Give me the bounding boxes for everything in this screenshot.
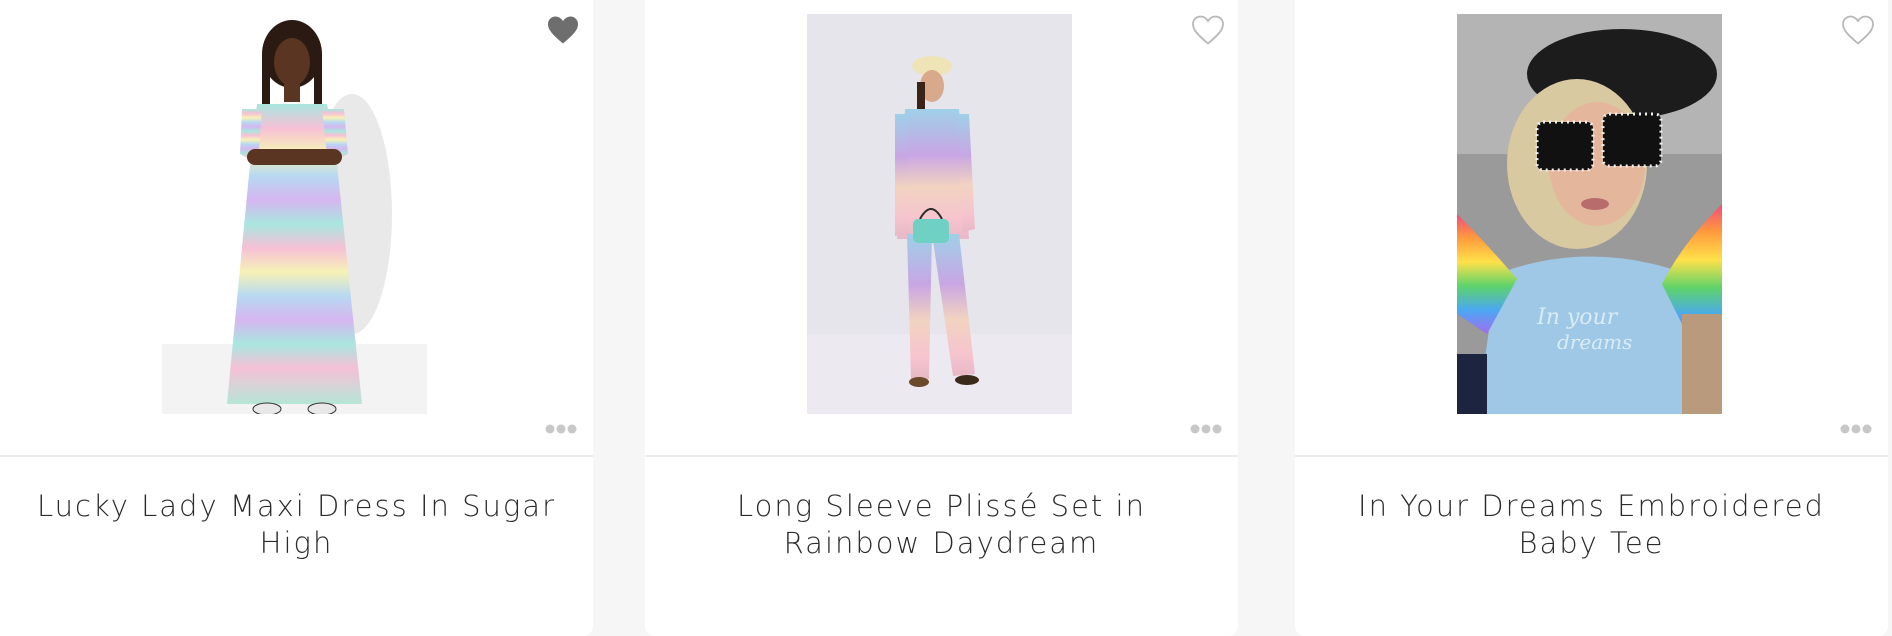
product-image[interactable] <box>162 14 427 414</box>
product-card[interactable]: Long Sleeve Plissé Set in Rainbow Daydre… <box>645 0 1238 636</box>
product-image-area[interactable] <box>645 0 1238 457</box>
heart-outline-icon <box>1192 15 1224 45</box>
product-image-area[interactable] <box>0 0 593 457</box>
more-dots-icon <box>1190 424 1222 434</box>
product-card[interactable]: In your dreams In Your Dreams Embroidere… <box>1295 0 1888 636</box>
favorite-button[interactable] <box>1190 12 1226 48</box>
favorite-button[interactable] <box>1840 12 1876 48</box>
product-image[interactable] <box>807 14 1072 414</box>
more-dots-icon <box>1840 424 1872 434</box>
more-dots-icon <box>545 424 577 434</box>
product-title[interactable]: In Your Dreams Embroidered Baby Tee <box>1325 488 1858 562</box>
more-options-button[interactable] <box>1839 421 1873 435</box>
product-title[interactable]: Long Sleeve Plissé Set in Rainbow Daydre… <box>675 488 1208 562</box>
product-image-area[interactable]: In your dreams <box>1295 0 1888 457</box>
more-options-button[interactable] <box>544 421 578 435</box>
heart-filled-icon <box>548 16 578 44</box>
favorite-button[interactable] <box>545 12 581 48</box>
more-options-button[interactable] <box>1189 421 1223 435</box>
product-grid: Lucky Lady Maxi Dress In Sugar High Long… <box>0 0 1892 636</box>
product-image[interactable]: In your dreams <box>1457 14 1722 414</box>
heart-outline-icon <box>1842 15 1874 45</box>
svg-text:dreams: dreams <box>1557 330 1632 354</box>
product-card[interactable]: Lucky Lady Maxi Dress In Sugar High <box>0 0 593 636</box>
svg-text:In your: In your <box>1536 305 1619 330</box>
product-title[interactable]: Lucky Lady Maxi Dress In Sugar High <box>30 488 563 562</box>
